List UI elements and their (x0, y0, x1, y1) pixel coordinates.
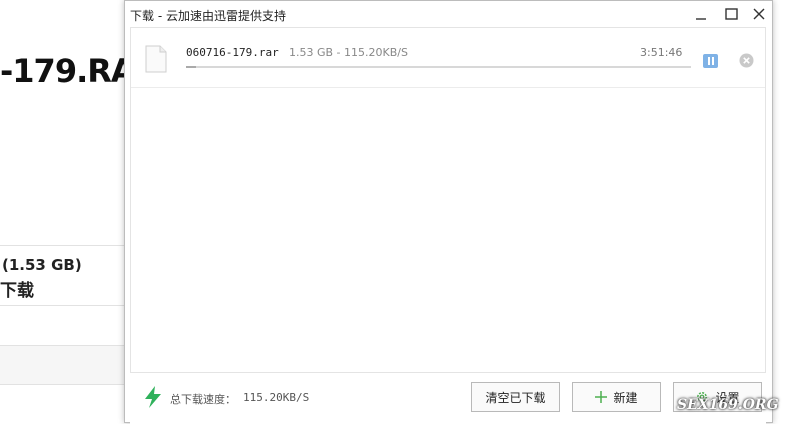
clear-completed-button[interactable]: 清空已下载 (471, 382, 560, 412)
minimize-button[interactable] (691, 5, 711, 23)
progress-bar (186, 66, 691, 68)
remove-task-button[interactable] (739, 53, 754, 68)
file-name: 060716-179.rar (186, 46, 279, 59)
total-speed-value: 115.20KB/S (243, 391, 310, 404)
lightning-icon (145, 386, 161, 408)
maximize-button[interactable] (721, 5, 741, 23)
close-icon (753, 8, 765, 20)
background-row (0, 346, 130, 384)
background-divider (0, 305, 130, 306)
background-divider (0, 384, 130, 385)
background-divider (0, 245, 130, 246)
window-titlebar[interactable]: 下载 - 云加速由迅雷提供支持 (125, 1, 772, 27)
file-stats: 1.53 GB - 115.20KB/S (289, 46, 408, 59)
new-download-button[interactable]: 新建 (572, 382, 661, 412)
pause-button[interactable] (703, 54, 718, 68)
watermark-text: SEX169.ORG (677, 397, 779, 413)
window-footer: 总下载速度： 115.20KB/S 清空已下载 新建 设置 (130, 372, 766, 424)
file-icon (145, 45, 167, 73)
total-speed-label: 总下载速度： (170, 393, 236, 406)
background-download-link[interactable]: 下载 (0, 276, 34, 301)
maximize-icon (724, 8, 738, 20)
download-task-row[interactable]: 060716-179.rar 1.53 GB - 115.20KB/S 3:51… (131, 28, 765, 88)
window-title: 下载 - 云加速由迅雷提供支持 (130, 9, 286, 23)
pause-icon (707, 57, 714, 65)
background-page-title: -179.RA (0, 52, 136, 90)
close-button[interactable] (749, 5, 769, 23)
close-circle-icon (739, 53, 754, 68)
minimize-icon (696, 18, 706, 20)
background-file-size: (1.53 GB) (2, 256, 82, 274)
download-window: 下载 - 云加速由迅雷提供支持 060716-179.rar 1.53 GB -… (124, 0, 773, 424)
progress-fill (186, 66, 197, 68)
new-download-label: 新建 (613, 390, 638, 405)
plus-icon (595, 391, 608, 403)
download-list: 060716-179.rar 1.53 GB - 115.20KB/S 3:51… (130, 27, 766, 373)
time-remaining: 3:51:46 (640, 46, 683, 59)
clear-completed-label: 清空已下载 (485, 390, 546, 405)
